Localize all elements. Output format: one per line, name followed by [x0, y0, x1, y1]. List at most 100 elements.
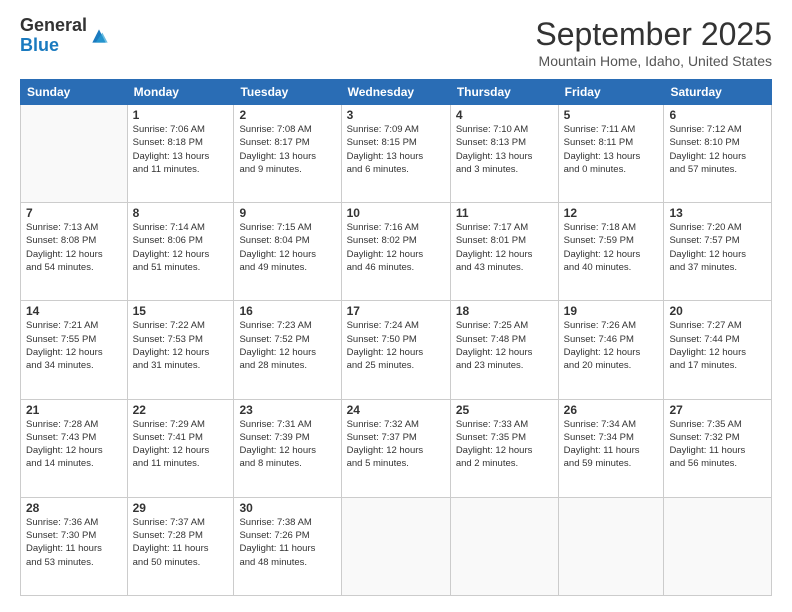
day-number: 15: [133, 304, 229, 318]
weekday-header: Sunday: [21, 80, 128, 105]
day-info: Sunrise: 7:26 AMSunset: 7:46 PMDaylight:…: [564, 319, 659, 372]
calendar-row: 1Sunrise: 7:06 AMSunset: 8:18 PMDaylight…: [21, 105, 772, 203]
calendar-row: 7Sunrise: 7:13 AMSunset: 8:08 PMDaylight…: [21, 203, 772, 301]
day-number: 30: [239, 501, 335, 515]
calendar-cell: [664, 497, 772, 595]
day-number: 6: [669, 108, 766, 122]
page: General Blue September 2025 Mountain Hom…: [0, 0, 792, 612]
calendar-cell: 16Sunrise: 7:23 AMSunset: 7:52 PMDayligh…: [234, 301, 341, 399]
day-info: Sunrise: 7:09 AMSunset: 8:15 PMDaylight:…: [347, 123, 445, 176]
calendar-cell: 11Sunrise: 7:17 AMSunset: 8:01 PMDayligh…: [450, 203, 558, 301]
day-info: Sunrise: 7:32 AMSunset: 7:37 PMDaylight:…: [347, 418, 445, 471]
day-number: 18: [456, 304, 553, 318]
calendar-table: SundayMondayTuesdayWednesdayThursdayFrid…: [20, 79, 772, 596]
calendar-cell: 29Sunrise: 7:37 AMSunset: 7:28 PMDayligh…: [127, 497, 234, 595]
calendar-cell: 13Sunrise: 7:20 AMSunset: 7:57 PMDayligh…: [664, 203, 772, 301]
day-info: Sunrise: 7:13 AMSunset: 8:08 PMDaylight:…: [26, 221, 122, 274]
header: General Blue September 2025 Mountain Hom…: [20, 16, 772, 69]
calendar-cell: 20Sunrise: 7:27 AMSunset: 7:44 PMDayligh…: [664, 301, 772, 399]
day-number: 5: [564, 108, 659, 122]
day-number: 2: [239, 108, 335, 122]
day-number: 23: [239, 403, 335, 417]
day-info: Sunrise: 7:27 AMSunset: 7:44 PMDaylight:…: [669, 319, 766, 372]
day-info: Sunrise: 7:12 AMSunset: 8:10 PMDaylight:…: [669, 123, 766, 176]
calendar-cell: 4Sunrise: 7:10 AMSunset: 8:13 PMDaylight…: [450, 105, 558, 203]
day-info: Sunrise: 7:29 AMSunset: 7:41 PMDaylight:…: [133, 418, 229, 471]
day-info: Sunrise: 7:35 AMSunset: 7:32 PMDaylight:…: [669, 418, 766, 471]
day-info: Sunrise: 7:24 AMSunset: 7:50 PMDaylight:…: [347, 319, 445, 372]
day-info: Sunrise: 7:33 AMSunset: 7:35 PMDaylight:…: [456, 418, 553, 471]
day-info: Sunrise: 7:34 AMSunset: 7:34 PMDaylight:…: [564, 418, 659, 471]
calendar-cell: 14Sunrise: 7:21 AMSunset: 7:55 PMDayligh…: [21, 301, 128, 399]
logo-blue: Blue: [20, 35, 59, 55]
calendar-cell: [558, 497, 664, 595]
day-info: Sunrise: 7:11 AMSunset: 8:11 PMDaylight:…: [564, 123, 659, 176]
logo-general: General: [20, 15, 87, 35]
calendar-cell: 8Sunrise: 7:14 AMSunset: 8:06 PMDaylight…: [127, 203, 234, 301]
calendar-cell: 10Sunrise: 7:16 AMSunset: 8:02 PMDayligh…: [341, 203, 450, 301]
day-number: 19: [564, 304, 659, 318]
day-info: Sunrise: 7:38 AMSunset: 7:26 PMDaylight:…: [239, 516, 335, 569]
day-info: Sunrise: 7:23 AMSunset: 7:52 PMDaylight:…: [239, 319, 335, 372]
calendar-cell: 24Sunrise: 7:32 AMSunset: 7:37 PMDayligh…: [341, 399, 450, 497]
day-info: Sunrise: 7:14 AMSunset: 8:06 PMDaylight:…: [133, 221, 229, 274]
day-info: Sunrise: 7:22 AMSunset: 7:53 PMDaylight:…: [133, 319, 229, 372]
day-number: 14: [26, 304, 122, 318]
calendar-cell: 9Sunrise: 7:15 AMSunset: 8:04 PMDaylight…: [234, 203, 341, 301]
calendar-cell: 22Sunrise: 7:29 AMSunset: 7:41 PMDayligh…: [127, 399, 234, 497]
day-number: 29: [133, 501, 229, 515]
day-info: Sunrise: 7:15 AMSunset: 8:04 PMDaylight:…: [239, 221, 335, 274]
day-info: Sunrise: 7:21 AMSunset: 7:55 PMDaylight:…: [26, 319, 122, 372]
day-number: 26: [564, 403, 659, 417]
logo-icon: [89, 26, 109, 46]
calendar-cell: 7Sunrise: 7:13 AMSunset: 8:08 PMDaylight…: [21, 203, 128, 301]
day-number: 7: [26, 206, 122, 220]
calendar-cell: [21, 105, 128, 203]
weekday-header: Friday: [558, 80, 664, 105]
calendar-row: 14Sunrise: 7:21 AMSunset: 7:55 PMDayligh…: [21, 301, 772, 399]
location: Mountain Home, Idaho, United States: [535, 53, 772, 69]
calendar-cell: 27Sunrise: 7:35 AMSunset: 7:32 PMDayligh…: [664, 399, 772, 497]
calendar-cell: [450, 497, 558, 595]
day-info: Sunrise: 7:06 AMSunset: 8:18 PMDaylight:…: [133, 123, 229, 176]
calendar-cell: 23Sunrise: 7:31 AMSunset: 7:39 PMDayligh…: [234, 399, 341, 497]
day-number: 24: [347, 403, 445, 417]
calendar-cell: 6Sunrise: 7:12 AMSunset: 8:10 PMDaylight…: [664, 105, 772, 203]
day-info: Sunrise: 7:37 AMSunset: 7:28 PMDaylight:…: [133, 516, 229, 569]
calendar-cell: 28Sunrise: 7:36 AMSunset: 7:30 PMDayligh…: [21, 497, 128, 595]
day-info: Sunrise: 7:20 AMSunset: 7:57 PMDaylight:…: [669, 221, 766, 274]
calendar-cell: 17Sunrise: 7:24 AMSunset: 7:50 PMDayligh…: [341, 301, 450, 399]
calendar-cell: 21Sunrise: 7:28 AMSunset: 7:43 PMDayligh…: [21, 399, 128, 497]
weekday-header: Wednesday: [341, 80, 450, 105]
day-info: Sunrise: 7:18 AMSunset: 7:59 PMDaylight:…: [564, 221, 659, 274]
day-number: 9: [239, 206, 335, 220]
calendar-cell: 26Sunrise: 7:34 AMSunset: 7:34 PMDayligh…: [558, 399, 664, 497]
weekday-header: Tuesday: [234, 80, 341, 105]
day-info: Sunrise: 7:28 AMSunset: 7:43 PMDaylight:…: [26, 418, 122, 471]
day-info: Sunrise: 7:17 AMSunset: 8:01 PMDaylight:…: [456, 221, 553, 274]
calendar-cell: 12Sunrise: 7:18 AMSunset: 7:59 PMDayligh…: [558, 203, 664, 301]
weekday-header: Thursday: [450, 80, 558, 105]
day-number: 3: [347, 108, 445, 122]
weekday-header: Monday: [127, 80, 234, 105]
day-info: Sunrise: 7:31 AMSunset: 7:39 PMDaylight:…: [239, 418, 335, 471]
weekday-header: Saturday: [664, 80, 772, 105]
day-number: 13: [669, 206, 766, 220]
calendar-cell: 1Sunrise: 7:06 AMSunset: 8:18 PMDaylight…: [127, 105, 234, 203]
calendar-cell: 19Sunrise: 7:26 AMSunset: 7:46 PMDayligh…: [558, 301, 664, 399]
day-number: 16: [239, 304, 335, 318]
day-number: 10: [347, 206, 445, 220]
calendar-cell: 2Sunrise: 7:08 AMSunset: 8:17 PMDaylight…: [234, 105, 341, 203]
title-block: September 2025 Mountain Home, Idaho, Uni…: [535, 16, 772, 69]
day-number: 4: [456, 108, 553, 122]
day-number: 11: [456, 206, 553, 220]
calendar-cell: 3Sunrise: 7:09 AMSunset: 8:15 PMDaylight…: [341, 105, 450, 203]
day-info: Sunrise: 7:10 AMSunset: 8:13 PMDaylight:…: [456, 123, 553, 176]
day-number: 25: [456, 403, 553, 417]
calendar-cell: 25Sunrise: 7:33 AMSunset: 7:35 PMDayligh…: [450, 399, 558, 497]
calendar-row: 28Sunrise: 7:36 AMSunset: 7:30 PMDayligh…: [21, 497, 772, 595]
calendar-cell: [341, 497, 450, 595]
day-info: Sunrise: 7:36 AMSunset: 7:30 PMDaylight:…: [26, 516, 122, 569]
day-info: Sunrise: 7:25 AMSunset: 7:48 PMDaylight:…: [456, 319, 553, 372]
month-title: September 2025: [535, 16, 772, 53]
